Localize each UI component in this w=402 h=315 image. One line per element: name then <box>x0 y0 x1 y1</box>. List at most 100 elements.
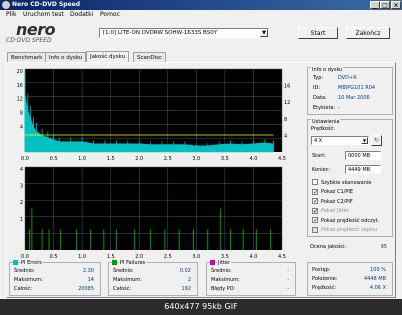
typ-label: Typ: <box>313 75 324 81</box>
x-tick-label: 0.5 <box>50 156 58 162</box>
tab-info-o-dysku[interactable]: Info o dysku <box>45 52 87 62</box>
x-tick-label: 3.5 <box>221 156 229 162</box>
quality-row: Ocena jakości: 95 <box>307 242 393 252</box>
chevron-down-icon[interactable]: ▼ <box>260 29 268 37</box>
jitter-po-value: - <box>287 286 289 292</box>
jitter-group: Jitter Średnio: - Maksimum: - Błędy PO: … <box>206 260 296 296</box>
option-label-1: Pokaż C1/PIE <box>321 189 353 195</box>
y-tick-label: 16 <box>17 83 23 89</box>
speed-select-value: 4 X <box>314 138 323 144</box>
chevron-down-icon[interactable]: ▼ <box>361 137 368 144</box>
menu-pomoc[interactable]: Pomoc <box>100 10 120 19</box>
disc-info-group: Info o dysku Typ: DVD+R ID: MBIPG101 R04… <box>307 67 393 115</box>
pie-chart: 0.0 0.5 1.0 1.5 2.0 2.5 3.0 3.5 4.0 4.5 20 16 12 8 4 16… <box>17 68 290 162</box>
quality-label: Ocena jakości: <box>310 244 347 250</box>
end-input[interactable]: 4449 MB <box>345 165 381 174</box>
option-label-2: Pokaż C2/PIF <box>321 198 353 205</box>
x-tick-label: 0.0 <box>21 156 29 162</box>
menu-plik[interactable]: Plik <box>6 10 16 19</box>
option-checkbox-4[interactable]: ✓ <box>312 217 318 224</box>
pif-max-value: 2 <box>187 277 191 283</box>
y-tick-label: 4 <box>20 167 23 173</box>
option-label-4: Pokaż prędkość odczyt. <box>321 217 380 224</box>
nero-logo: nero CD·DVD SPEED <box>4 20 84 46</box>
menu-bar: Plik Uruchom test Dodatki Pomoc <box>0 10 402 19</box>
start-button[interactable]: Start <box>298 27 338 39</box>
pie-max-value: 14 <box>87 277 94 283</box>
option-label-5: Pokaż prędkość zapisu <box>321 227 378 233</box>
y-tick-label: 2 <box>20 200 23 206</box>
end-label: Koniec: <box>312 167 331 173</box>
polozenie-value: 4448 MB <box>363 276 386 282</box>
pif-max-label: Maksimum: <box>113 277 142 283</box>
window-title: Nero CD-DVD Speed <box>12 1 80 8</box>
close-window-button[interactable]: × <box>391 1 401 9</box>
y-right-tick-label: 4 <box>284 133 287 139</box>
x-tick-label: 2.5 <box>164 254 172 260</box>
drive-select[interactable]: [1:0] LITE-ON DVDRW SOHW-1633S BS0Y ▼ <box>99 28 269 38</box>
menu-dodatki[interactable]: Dodatki <box>70 10 93 19</box>
settings-group: Ustawienia Prędkość: 4 X ▼ ↻ Start: 0000… <box>307 119 393 237</box>
x-tick-label: 1.5 <box>107 156 115 162</box>
data-label: Data: <box>313 95 327 101</box>
y-right-tick-label: 12 <box>284 100 290 106</box>
pif-chart: 0.0 0.5 1.0 1.5 2.0 2.5 3.0 3.5 4.0 4.54321 <box>20 166 286 260</box>
pie-legend-swatch <box>13 260 18 265</box>
start-input[interactable]: 0000 MB <box>345 151 381 160</box>
jitter-avg-label: Średnio: <box>211 268 232 274</box>
x-tick-label: 1.0 <box>78 156 86 162</box>
option-checkbox-2[interactable]: ✓ <box>312 198 318 205</box>
menu-uruchom-test[interactable]: Uruchom test <box>23 10 64 19</box>
refresh-icon: ↻ <box>373 137 380 144</box>
id-value: MBIPG101 R04 <box>338 85 376 91</box>
tab-scandisc[interactable]: ScanDisc <box>133 52 167 62</box>
progress-group: Postęp: 100 % Położenie: 4448 MB Prędkoś… <box>307 262 393 296</box>
y-tick-label: 3 <box>20 184 23 190</box>
etykieta-label: Etykieta: <box>313 105 336 111</box>
start-input-value: 0000 MB <box>348 153 371 159</box>
drive-select-value: [1:0] LITE-ON DVDRW SOHW-1633S BS0Y <box>103 30 218 36</box>
tab-benchmark[interactable]: Benchmark <box>7 52 47 62</box>
y-tick-label: 20 <box>17 69 23 75</box>
data-value: 10 Mar 2006 <box>338 95 370 101</box>
pie-total-value: 20085 <box>78 286 94 292</box>
pie-max-label: Maksimum: <box>14 277 43 283</box>
x-tick-label: 1.0 <box>78 254 86 260</box>
y-tick-label: 4 <box>20 124 23 130</box>
pif-total-label: Całość: <box>113 286 132 292</box>
speed-label: Prędkość: <box>311 126 336 132</box>
y-tick-label: 1 <box>20 217 23 223</box>
title-bar: Nero CD-DVD Speed _ □ × <box>0 0 402 10</box>
y-right-tick-label: 8 <box>284 117 287 123</box>
minimize-button[interactable]: _ <box>370 1 380 9</box>
x-tick-label: 2.5 <box>164 156 172 162</box>
speed-select[interactable]: 4 X ▼ <box>311 136 369 145</box>
postep-value: 100 % <box>370 267 386 273</box>
pie-avg-value: 2.30 <box>82 268 94 274</box>
settings-title: Ustawienia <box>311 119 341 125</box>
jitter-max-label: Maksimum: <box>211 277 240 283</box>
disc-info-title: Info o dysku <box>311 67 344 73</box>
option-checkbox-0[interactable] <box>312 179 318 185</box>
refresh-speed-button[interactable]: ↻ <box>371 135 382 146</box>
x-tick-label: 4.0 <box>249 156 257 162</box>
option-label-0: Szybkie skanowanie <box>321 179 372 186</box>
postep-label: Postęp: <box>312 267 331 273</box>
option-checkbox-1[interactable]: ✓ <box>312 188 318 195</box>
predkosc-value: 4.06 X <box>369 285 386 291</box>
jitter-title: Jitter <box>217 260 231 266</box>
image-caption: 640x477 95kb GIF <box>164 302 238 311</box>
start-label: Start: <box>312 153 326 159</box>
jitter-legend-swatch <box>210 260 215 265</box>
maximize-button[interactable]: □ <box>380 1 390 9</box>
pie-avg-label: Średnio: <box>14 268 35 274</box>
pi-errors-title: PI Errors <box>20 260 43 266</box>
tab-jakosc-dysku[interactable]: Jakość dysku <box>86 51 130 62</box>
typ-value: DVD+R <box>338 75 357 81</box>
image-caption-bar: 640x477 95kb GIF <box>0 299 402 315</box>
close-button[interactable]: Zakończ <box>346 27 390 39</box>
x-tick-label: 4.5 <box>278 156 286 162</box>
x-tick-label: 0.5 <box>50 254 58 260</box>
pie-total-label: Całość: <box>14 286 33 292</box>
pi-failures-title: PI Failures <box>119 260 147 266</box>
